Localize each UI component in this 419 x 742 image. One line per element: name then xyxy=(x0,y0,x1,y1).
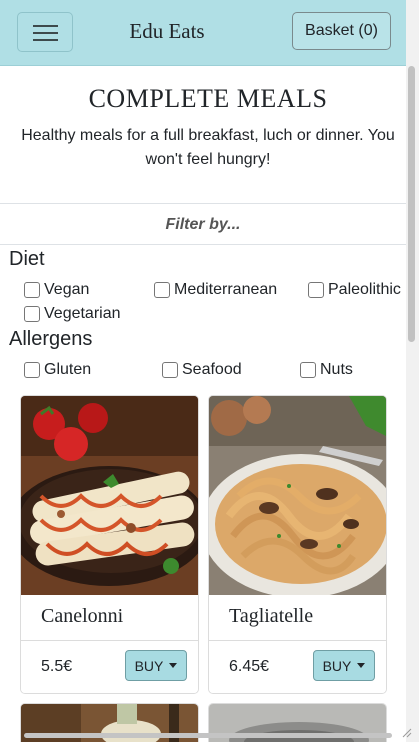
vertical-scrollbar-thumb[interactable] xyxy=(408,66,415,342)
product-footer: 6.45€ BUY xyxy=(209,640,386,693)
checkbox[interactable] xyxy=(24,282,40,298)
buy-label: BUY xyxy=(134,657,164,674)
hamburger-icon-bar xyxy=(33,32,58,34)
checkbox-label: Paleolithic xyxy=(328,281,401,298)
allergens-title: Allergens xyxy=(9,328,93,350)
product-name[interactable]: Tagliatelle xyxy=(229,605,313,628)
checkbox[interactable] xyxy=(162,362,178,378)
caret-down-icon xyxy=(169,663,178,668)
buy-dropdown-button[interactable]: BUY xyxy=(313,650,375,681)
checkbox[interactable] xyxy=(24,362,40,378)
canelonni-image xyxy=(21,396,198,595)
checkbox-label: Seafood xyxy=(182,361,242,378)
diet-title: Diet xyxy=(9,248,45,270)
buy-label: BUY xyxy=(322,657,352,674)
diet-option-vegetarian[interactable]: Vegetarian xyxy=(24,305,121,323)
basket-button[interactable]: Basket (0) xyxy=(292,12,391,50)
page-description: Healthy meals for a full breakfast, luch… xyxy=(21,127,395,168)
caret-down-icon xyxy=(357,663,366,668)
resize-grip-icon[interactable] xyxy=(400,726,412,738)
hamburger-icon xyxy=(33,25,58,27)
checkbox-label: Vegetarian xyxy=(44,305,121,322)
product-price: 6.45€ xyxy=(229,658,270,675)
page-title: COMPLETE MEALS xyxy=(88,84,328,113)
checkbox-label: Gluten xyxy=(44,361,92,378)
product-image-canelonni[interactable] xyxy=(21,396,198,595)
checkbox[interactable] xyxy=(24,306,40,322)
checkbox[interactable] xyxy=(154,282,170,298)
product-card: Tagliatelle 6.45€ BUY xyxy=(208,395,387,694)
allergen-option-seafood[interactable]: Seafood xyxy=(162,361,242,379)
product-footer: 5.5€ BUY xyxy=(21,640,198,693)
checkbox[interactable] xyxy=(308,282,324,298)
horizontal-scrollbar[interactable] xyxy=(24,733,392,738)
buy-dropdown-button[interactable]: BUY xyxy=(125,650,187,681)
hamburger-icon-bar xyxy=(33,39,58,41)
product-card: Canelonni 5.5€ BUY xyxy=(20,395,199,694)
diet-option-vegan[interactable]: Vegan xyxy=(24,281,89,299)
filter-toggle[interactable]: Filter by... xyxy=(0,205,406,245)
diet-option-mediterranean[interactable]: Mediterranean xyxy=(154,281,277,299)
allergen-option-gluten[interactable]: Gluten xyxy=(24,361,91,379)
diet-option-paleolithic[interactable]: Paleolithic xyxy=(308,281,401,299)
checkbox-label: Mediterranean xyxy=(174,281,278,298)
checkbox-label: Nuts xyxy=(320,361,353,378)
navbar: Edu Eats Basket (0) xyxy=(0,0,406,66)
product-name[interactable]: Canelonni xyxy=(41,605,123,628)
checkbox[interactable] xyxy=(300,362,316,378)
product-price: 5.5€ xyxy=(41,658,73,675)
tagliatelle-image xyxy=(209,396,386,595)
product-image-tagliatelle[interactable] xyxy=(209,396,386,595)
allergen-option-nuts[interactable]: Nuts xyxy=(300,361,353,379)
brand-title[interactable]: Edu Eats xyxy=(100,19,234,44)
hero-section: COMPLETE MEALS Healthy meals for a full … xyxy=(0,66,406,204)
checkbox-label: Vegan xyxy=(44,281,90,298)
menu-toggle-button[interactable] xyxy=(17,12,73,52)
